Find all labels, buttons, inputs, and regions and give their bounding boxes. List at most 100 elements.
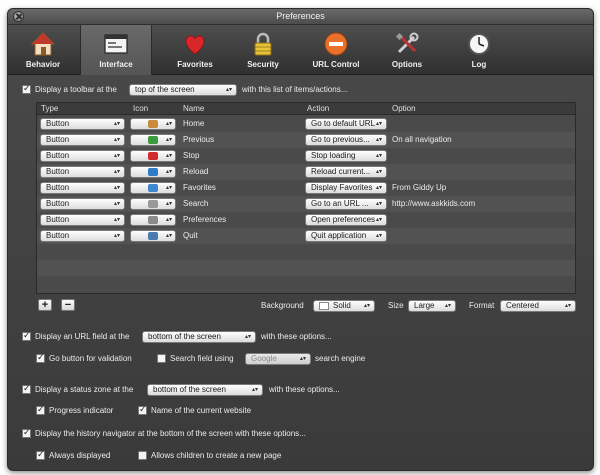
table-row xyxy=(37,260,575,276)
preferences-icon xyxy=(148,216,158,224)
display-toolbar-checkbox[interactable] xyxy=(22,83,31,94)
clock-icon xyxy=(468,33,490,55)
column-header-action[interactable]: Action xyxy=(307,104,329,113)
type-select[interactable]: Button ▴▾ xyxy=(40,150,125,162)
table-row xyxy=(37,276,575,292)
go-button-checkbox[interactable] xyxy=(36,352,45,363)
type-select[interactable]: Button ▴▾ xyxy=(40,230,125,242)
url-suffix-label: with these options... xyxy=(261,332,332,341)
search-engine-suffix: search engine xyxy=(315,354,366,363)
display-history-checkbox[interactable] xyxy=(22,427,31,438)
type-select[interactable]: Button ▴▾ xyxy=(40,214,125,226)
type-select[interactable]: Button ▴▾ xyxy=(40,166,125,178)
size-select[interactable]: Large ▴▾ xyxy=(408,300,456,312)
lock-icon xyxy=(254,32,272,56)
icon-select[interactable]: ▴▾ xyxy=(130,198,176,210)
column-header-option[interactable]: Option xyxy=(392,104,416,113)
icon-select[interactable]: ▴▾ xyxy=(130,230,176,242)
display-url-field-checkbox[interactable] xyxy=(22,330,31,341)
status-suffix-label: with these options... xyxy=(269,385,340,394)
format-label: Format xyxy=(469,301,495,310)
display-history-label: Display the history navigator at the bot… xyxy=(35,429,306,438)
table-row[interactable]: Button ▴▾ ▴▾ Previous Go to previous... ▴▾… xyxy=(37,132,575,148)
row-name: Stop xyxy=(183,151,200,160)
format-select[interactable]: Centered ▴▾ xyxy=(500,300,576,312)
table-row[interactable]: Button ▴▾ ▴▾ Home Go to default URL ▴▾ xyxy=(37,116,575,132)
row-option: From Giddy Up xyxy=(392,183,447,192)
column-header-name[interactable]: Name xyxy=(183,104,204,113)
tab-interface[interactable]: Interface xyxy=(80,25,152,75)
column-header-icon[interactable]: Icon xyxy=(133,104,148,113)
allow-children-checkbox[interactable] xyxy=(138,451,147,460)
toolbar-items-table: Type Icon Name Action Option Button ▴▾ ▴▾… xyxy=(36,102,576,294)
progress-indicator-label: Progress indicator xyxy=(49,406,114,415)
website-name-label: Name of the current website xyxy=(151,406,252,415)
status-position-select[interactable]: bottom of the screen ▴▾ xyxy=(147,384,263,396)
action-select[interactable]: Stop loading ▴▾ xyxy=(305,150,387,162)
stop-icon xyxy=(148,152,158,160)
icon-select[interactable]: ▴▾ xyxy=(130,182,176,194)
display-status-zone-checkbox[interactable] xyxy=(22,383,31,394)
search-engine-select[interactable]: Google ▴▾ xyxy=(245,353,311,365)
progress-indicator-checkbox[interactable] xyxy=(36,404,45,415)
action-select[interactable]: Go to previous... ▴▾ xyxy=(305,134,387,146)
url-position-select[interactable]: bottom of the screen ▴▾ xyxy=(142,331,256,343)
row-name: Favorites xyxy=(183,183,216,192)
window-icon xyxy=(104,34,128,54)
house-icon xyxy=(30,32,56,56)
tab-options[interactable]: Options xyxy=(372,25,442,75)
tab-behavior[interactable]: Behavior xyxy=(8,25,78,75)
row-name: Preferences xyxy=(183,215,227,224)
remove-item-button[interactable]: − xyxy=(61,299,75,311)
icon-select[interactable]: ▴▾ xyxy=(130,118,176,130)
icon-select[interactable]: ▴▾ xyxy=(130,166,176,178)
toolbar-position-select[interactable]: top of the screen ▴▾ xyxy=(129,84,237,96)
table-row[interactable]: Button ▴▾ ▴▾ Reload Reload current... ▴▾ xyxy=(37,164,575,180)
type-select[interactable]: Button ▴▾ xyxy=(40,182,125,194)
action-select[interactable]: Reload current... ▴▾ xyxy=(305,166,387,178)
column-header-type[interactable]: Type xyxy=(41,104,58,113)
table-row[interactable]: Button ▴▾ ▴▾ Favorites Display Favorites ▴… xyxy=(37,180,575,196)
type-select[interactable]: Button ▴▾ xyxy=(40,134,125,146)
interface-pane: Display a toolbar at the top of the scre… xyxy=(8,76,593,470)
action-select[interactable]: Go to default URL ▴▾ xyxy=(305,118,387,130)
search-field-checkbox[interactable] xyxy=(157,354,166,363)
allow-children-label: Allows children to create a new page xyxy=(151,451,282,460)
icon-select[interactable]: ▴▾ xyxy=(130,150,176,162)
action-select[interactable]: Go to an URL ... ▴▾ xyxy=(305,198,387,210)
preferences-toolbar: Behavior Interface Favorites Security UR… xyxy=(8,25,593,75)
table-row[interactable]: Button ▴▾ ▴▾ Stop Stop loading ▴▾ xyxy=(37,148,575,164)
add-item-button[interactable]: + xyxy=(38,299,52,311)
type-select[interactable]: Button ▴▾ xyxy=(40,118,125,130)
table-row[interactable]: Button ▴▾ ▴▾ Preferences Open preferences… xyxy=(37,212,575,228)
table-header: Type Icon Name Action Option xyxy=(37,103,575,115)
tab-log[interactable]: Log xyxy=(444,25,514,75)
row-name: Quit xyxy=(183,231,198,240)
icon-select[interactable]: ▴▾ xyxy=(130,134,176,146)
row-name: Search xyxy=(183,199,209,208)
background-select[interactable]: Solid ▴▾ xyxy=(313,300,375,312)
table-row[interactable]: Button ▴▾ ▴▾ Quit Quit application ▴▾ xyxy=(37,228,575,244)
row-option: http://www.askkids.com xyxy=(392,199,476,208)
action-select[interactable]: Display Favorites ▴▾ xyxy=(305,182,387,194)
always-displayed-checkbox[interactable] xyxy=(36,449,45,460)
action-select[interactable]: Open preferences ▴▾ xyxy=(305,214,387,226)
search-icon xyxy=(148,200,158,208)
favorites-icon xyxy=(148,184,158,192)
size-label: Size xyxy=(388,301,404,310)
icon-select[interactable]: ▴▾ xyxy=(130,214,176,226)
tab-url-control[interactable]: URL Control xyxy=(300,25,372,75)
table-row xyxy=(37,244,575,260)
website-name-checkbox[interactable] xyxy=(138,404,147,415)
tab-favorites[interactable]: Favorites xyxy=(160,25,230,75)
reload-icon xyxy=(148,168,158,176)
type-select[interactable]: Button ▴▾ xyxy=(40,198,125,210)
table-row[interactable]: Button ▴▾ ▴▾ Search Go to an URL ... ▴▾ ht… xyxy=(37,196,575,212)
row-name: Reload xyxy=(183,167,209,176)
action-select[interactable]: Quit application ▴▾ xyxy=(305,230,387,242)
background-label: Background xyxy=(261,301,304,310)
toolbar-suffix-label: with this list of items/actions... xyxy=(242,85,348,94)
title-bar: Preferences xyxy=(8,9,593,25)
back-arrow-icon xyxy=(148,136,158,144)
tab-security[interactable]: Security xyxy=(228,25,298,75)
